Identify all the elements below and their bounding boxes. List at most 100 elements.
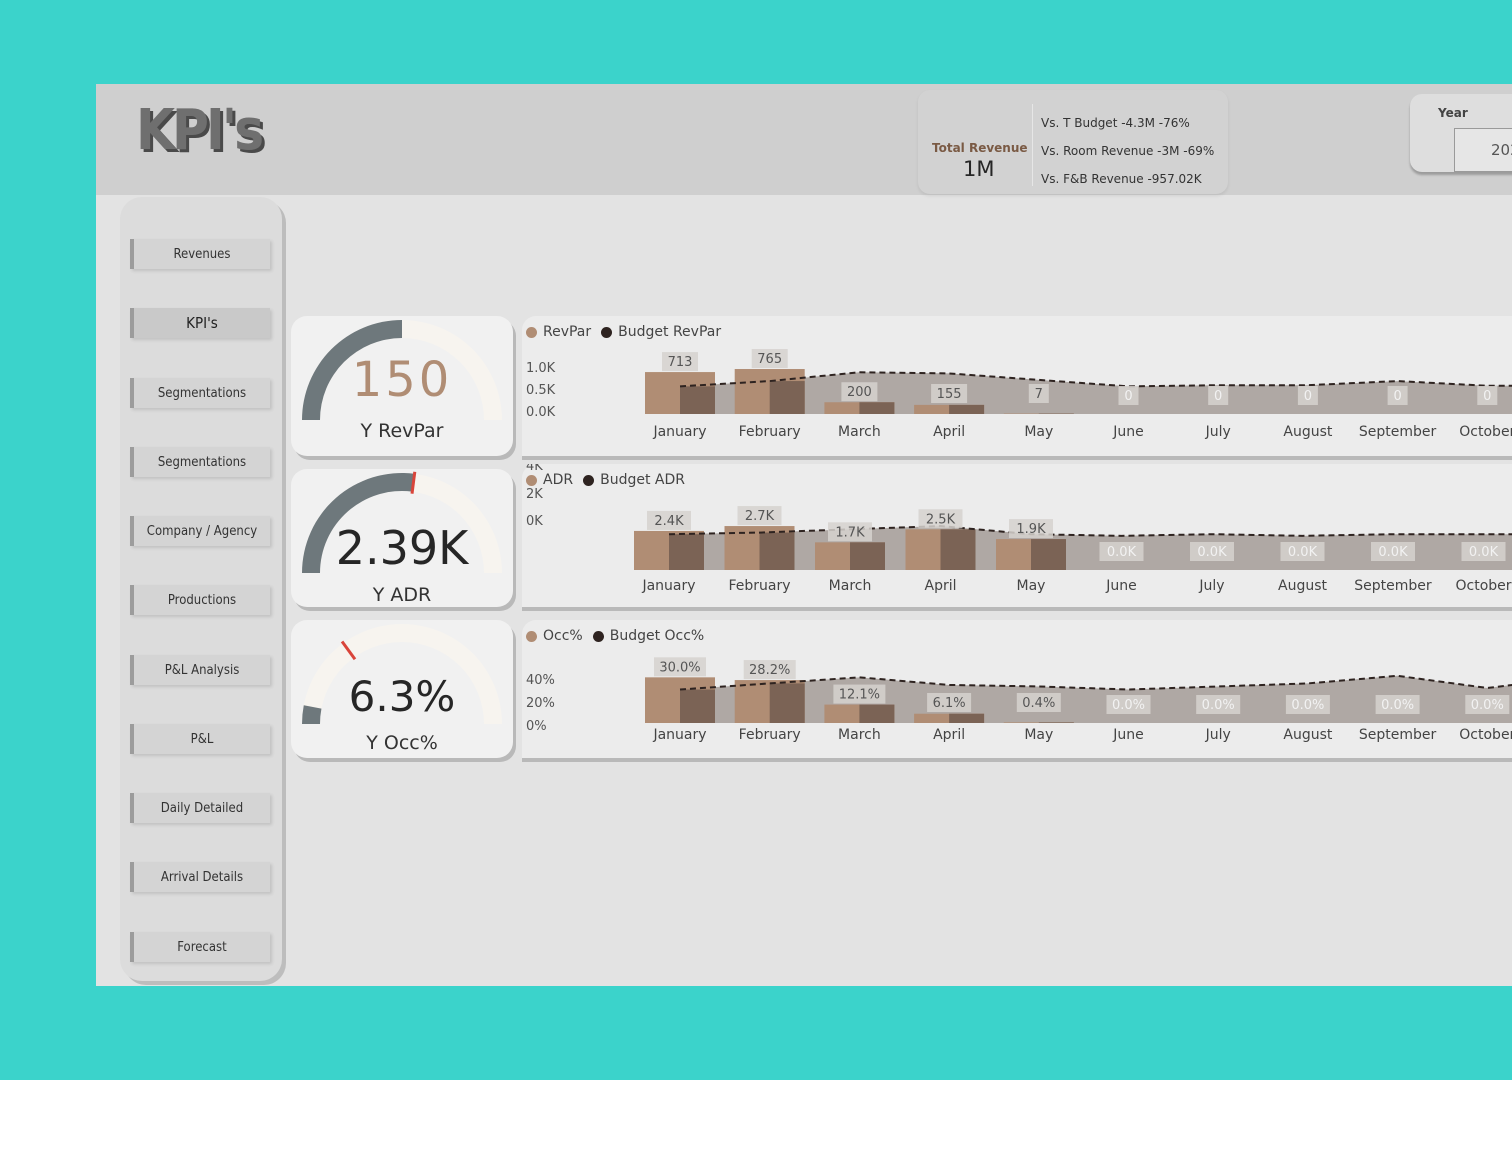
nav-segmentations-2[interactable]: Segmentations — [130, 447, 270, 477]
occ-gauge-card: 6.3% Y Occ% — [291, 620, 513, 758]
data-label: 0.4% — [1022, 696, 1055, 711]
x-tick-label: July — [1205, 424, 1231, 440]
nav-pl-analysis[interactable]: P&L Analysis — [130, 655, 270, 685]
y-tick-label: 0.0K — [526, 405, 556, 420]
adr-gauge-card: 2.39K Y ADR — [291, 469, 513, 607]
bar-overlap — [1038, 722, 1074, 723]
data-label: 7 — [1035, 387, 1043, 402]
data-label: 30.0% — [659, 660, 700, 675]
x-tick-label: January — [652, 727, 706, 743]
vs-fb-revenue-line: Vs. F&B Revenue -957.02K — [1041, 172, 1202, 186]
data-label: 0 — [1483, 389, 1491, 404]
data-label: 28.2% — [749, 663, 790, 678]
x-tick-label: August — [1278, 578, 1328, 594]
data-label: 713 — [668, 355, 693, 370]
occ-chart: 40% 20% 0% 30.0% 28.2% 12.1% 6.1% 0.4% 0.0% 0.0% 0… — [526, 657, 1512, 743]
data-label: 200 — [847, 385, 872, 400]
x-tick-label: January — [641, 578, 695, 594]
data-label: 0.0K — [1288, 545, 1318, 560]
revpar-gauge-card: 150 Y RevPar — [291, 316, 513, 456]
x-tick-label: March — [838, 424, 881, 440]
data-label: 2.5K — [926, 512, 956, 527]
revpar-value: 150 — [351, 352, 453, 408]
vs-room-revenue-line: Vs. Room Revenue -3M -69% — [1041, 144, 1215, 158]
x-tick-label: July — [1198, 578, 1224, 594]
nav-productions[interactable]: Productions — [130, 585, 270, 615]
adr-value: 2.39K — [335, 521, 469, 575]
data-label: 0.0K — [1197, 545, 1227, 560]
total-revenue-label: Total Revenue — [932, 141, 1028, 155]
bar-overlap — [680, 386, 715, 414]
revpar-chart: 1.0K 0.5K 0.0K 713 765 200 155 7 0 0 0 0 0 January Feb… — [526, 349, 1512, 440]
y-tick-label: 2K — [526, 487, 543, 502]
revpar-label: Y RevPar — [360, 420, 444, 442]
nav-company-agency[interactable]: Company / Agency — [130, 516, 270, 546]
total-revenue-card[interactable]: Total Revenue 1M Vs. T Budget -4.3M -76%… — [918, 90, 1228, 194]
x-tick-label: August — [1283, 727, 1333, 743]
data-label: 0 — [1304, 389, 1312, 404]
x-tick-label: February — [728, 578, 790, 594]
data-label: 0.0% — [1381, 698, 1414, 713]
x-tick-label: April — [933, 424, 965, 440]
data-label: 1.7K — [835, 525, 865, 540]
vs-budget-line: Vs. T Budget -4.3M -76% — [1041, 116, 1190, 130]
bar-overlap — [680, 689, 715, 723]
year-value: 202 — [1491, 141, 1512, 159]
x-tick-label: May — [1024, 424, 1053, 440]
occ-value: 6.3% — [348, 672, 456, 721]
nav-forecast[interactable]: Forecast — [130, 932, 270, 962]
data-label: 0.0K — [1469, 545, 1499, 560]
bar-overlap — [859, 704, 895, 723]
bar-overlap — [769, 381, 805, 414]
adr-chart-card: ADR Budget ADR 4K 2K 0K 2.4K 2.7K 1.7K 2.5K 1.9… — [522, 464, 1512, 607]
data-label: 2.7K — [745, 509, 775, 524]
x-tick-label: January — [652, 424, 706, 440]
x-tick-label: April — [925, 578, 957, 594]
nav-pl[interactable]: P&L — [130, 724, 270, 754]
bar-overlap — [759, 532, 795, 570]
nav-revenues[interactable]: Revenues — [130, 239, 270, 269]
x-tick-label: March — [838, 727, 881, 743]
data-label: 1.9K — [1016, 522, 1046, 537]
x-tick-label: October — [1455, 578, 1511, 594]
data-label: 765 — [757, 352, 782, 367]
x-tick-label: October — [1459, 424, 1512, 440]
y-tick-label: 1.0K — [526, 361, 556, 376]
bar-overlap — [940, 529, 976, 570]
x-tick-label: March — [829, 578, 872, 594]
data-label: 0 — [1214, 389, 1222, 404]
bar-overlap — [859, 402, 895, 414]
data-label: 0 — [1124, 389, 1132, 404]
dashboard-window: KPI's Total Revenue 1M Vs. T Budget -4.3… — [96, 84, 1512, 986]
x-tick-label: April — [933, 727, 965, 743]
sidebar-nav: Revenues KPI's Segmentations Segmentatio… — [120, 197, 282, 981]
x-tick-label: September — [1359, 727, 1437, 743]
data-label: 155 — [937, 387, 962, 402]
nav-segmentations-1[interactable]: Segmentations — [130, 378, 270, 408]
nav-kpis[interactable]: KPI's — [130, 308, 270, 338]
bar-overlap — [769, 683, 805, 723]
page-title: KPI's — [136, 98, 264, 163]
nav-arrival-details[interactable]: Arrival Details — [130, 862, 270, 892]
data-label: 0.0% — [1202, 698, 1235, 713]
x-tick-label: September — [1359, 424, 1437, 440]
occ-label: Y Occ% — [366, 732, 438, 754]
y-tick-label: 0.5K — [526, 383, 556, 398]
year-dropdown[interactable]: 202 — [1454, 128, 1512, 172]
bar-overlap — [949, 404, 985, 414]
x-tick-label: July — [1205, 727, 1231, 743]
data-label: 2.4K — [654, 514, 684, 529]
year-label: Year — [1438, 106, 1468, 120]
data-label: 0.0K — [1107, 545, 1137, 560]
y-tick-label: 0K — [526, 514, 543, 529]
y-tick-label: 20% — [526, 696, 555, 711]
divider — [1032, 104, 1033, 186]
y-tick-label: 40% — [526, 673, 555, 688]
x-tick-label: August — [1283, 424, 1333, 440]
x-tick-label: June — [1112, 727, 1144, 743]
data-label: 0.0% — [1291, 698, 1324, 713]
x-tick-label: May — [1024, 727, 1053, 743]
header-bar: KPI's Total Revenue 1M Vs. T Budget -4.3… — [96, 84, 1512, 195]
x-tick-label: September — [1354, 578, 1432, 594]
nav-daily-detailed[interactable]: Daily Detailed — [130, 793, 270, 823]
